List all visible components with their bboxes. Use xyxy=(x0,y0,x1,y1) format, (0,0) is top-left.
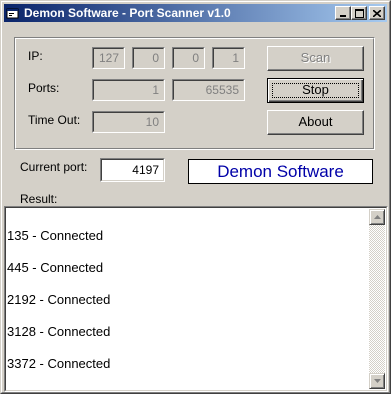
title-bar[interactable]: Demon Software - Port Scanner v1.0 xyxy=(4,4,387,22)
stop-button[interactable]: Stop xyxy=(267,78,364,103)
timeout-field[interactable]: 10 xyxy=(92,111,165,133)
timeout-label: Time Out: xyxy=(28,113,81,127)
brand-label: Demon Software xyxy=(188,159,373,184)
scroll-down-button[interactable] xyxy=(369,373,385,389)
app-icon xyxy=(6,6,20,20)
ports-label: Ports: xyxy=(28,81,60,95)
result-line: 135 - Connected xyxy=(7,228,104,243)
ip-octet-4-field[interactable]: 1 xyxy=(212,47,245,69)
scroll-up-button[interactable] xyxy=(369,209,385,225)
port-end-field[interactable]: 65535 xyxy=(172,79,245,101)
vertical-scrollbar[interactable] xyxy=(369,209,385,389)
ip-octet-2-field[interactable]: 0 xyxy=(132,47,165,69)
maximize-button[interactable] xyxy=(351,6,367,20)
minimize-button[interactable] xyxy=(335,6,351,20)
ip-label: IP: xyxy=(28,49,43,63)
port-scanner-window: Demon Software - Port Scanner v1.0 IP: 1… xyxy=(0,0,391,394)
ip-octet-3-field[interactable]: 0 xyxy=(172,47,205,69)
result-line: 3372 - Connected xyxy=(7,356,111,371)
result-line: 2192 - Connected xyxy=(7,292,111,307)
ip-octet-1-field[interactable]: 127 xyxy=(92,47,125,69)
window-title: Demon Software - Port Scanner v1.0 xyxy=(24,6,231,20)
current-port-field: 4197 xyxy=(100,158,165,182)
result-list[interactable]: 135 - Connected 445 - Connected 2192 - C… xyxy=(4,206,388,392)
result-label: Result: xyxy=(20,192,58,206)
arrow-down-icon xyxy=(373,379,381,383)
scan-button[interactable]: Scan xyxy=(267,46,364,71)
result-line: 3128 - Connected xyxy=(7,324,111,339)
about-button[interactable]: About xyxy=(267,110,364,135)
maximize-icon xyxy=(354,8,364,18)
current-port-label: Current port: xyxy=(20,160,88,174)
result-line: 445 - Connected xyxy=(7,260,104,275)
close-icon xyxy=(373,9,381,17)
arrow-up-icon xyxy=(373,215,381,219)
port-start-field[interactable]: 1 xyxy=(92,79,165,101)
minimize-icon xyxy=(340,15,346,17)
close-button[interactable] xyxy=(369,6,385,20)
